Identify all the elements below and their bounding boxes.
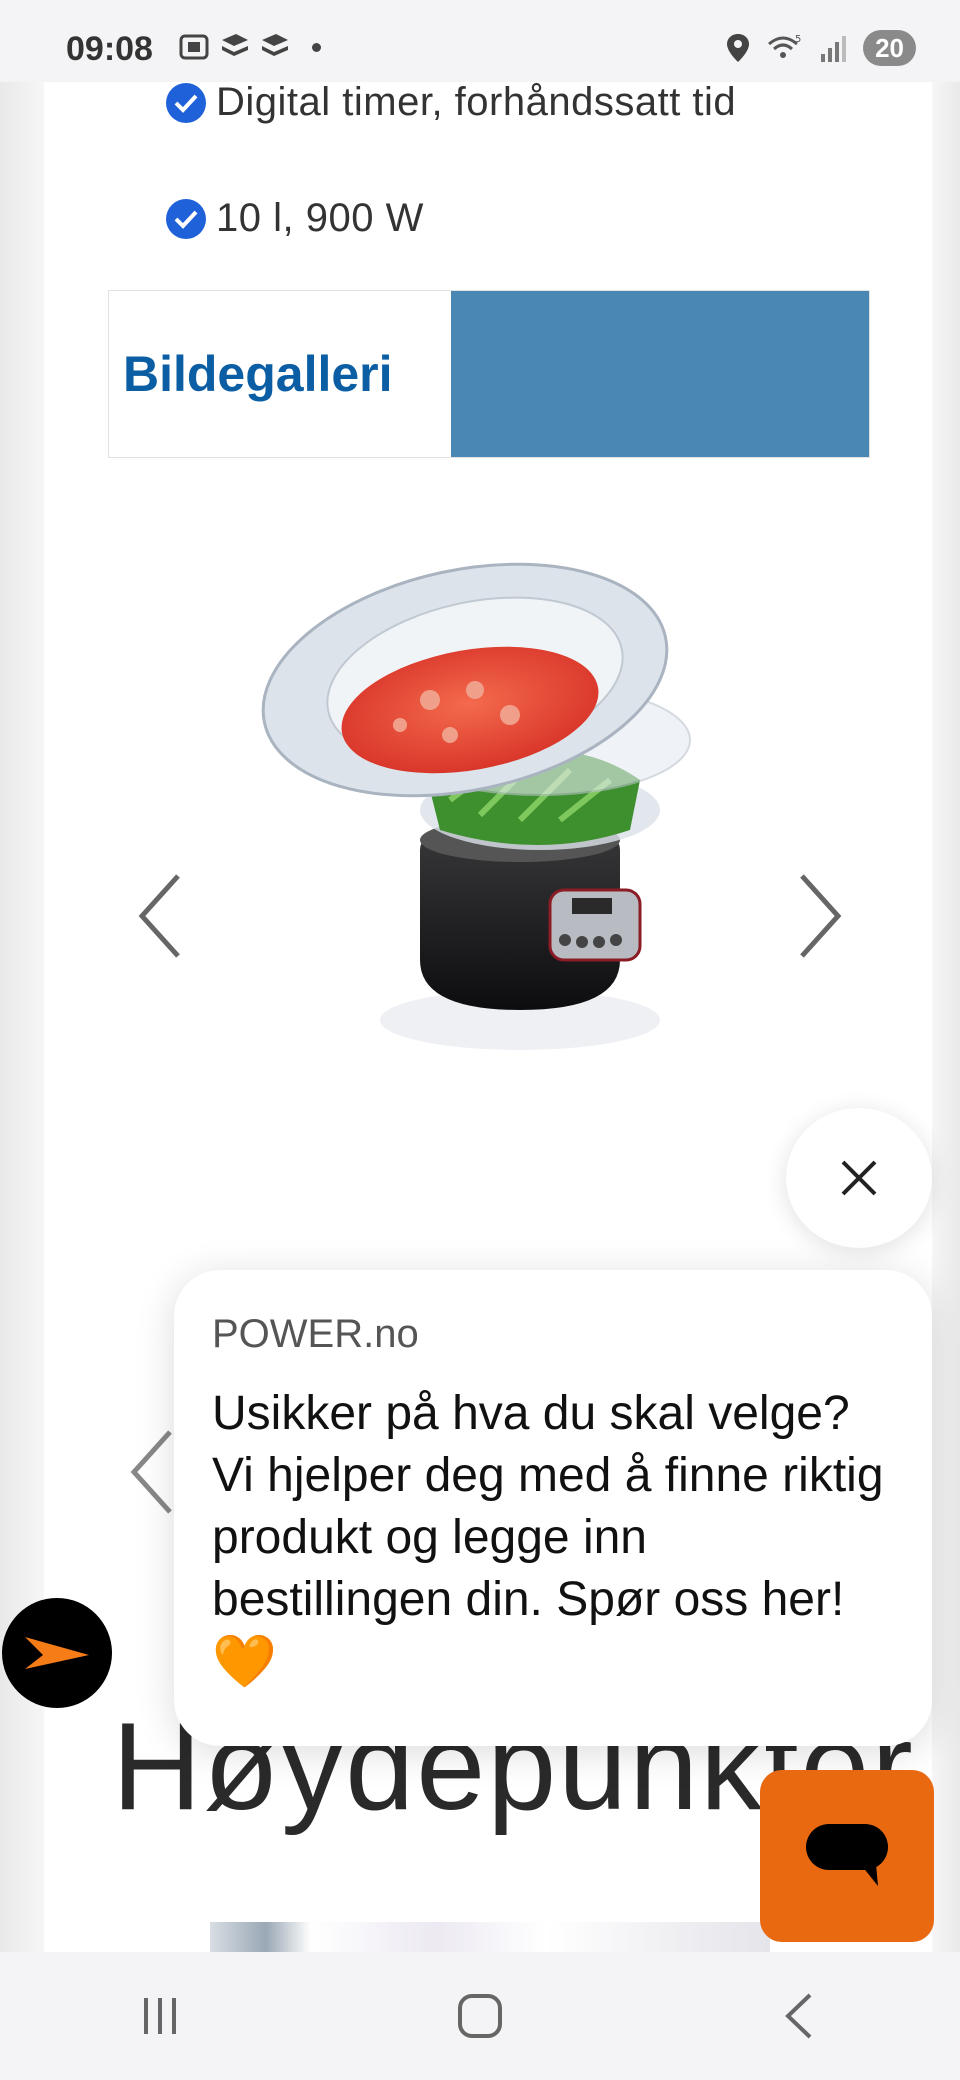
chat-message: Usikker på hva du skal velge? Vi hjelper… <box>212 1387 884 1626</box>
battery-indicator: 20 <box>863 30 916 66</box>
carousel-next-button[interactable] <box>784 866 854 966</box>
power-logo[interactable] <box>2 1598 112 1708</box>
dot-icon <box>312 42 321 52</box>
home-icon <box>458 1994 502 2038</box>
stack-icon <box>222 34 248 56</box>
page-edge-right <box>932 82 960 1952</box>
chat-bubble[interactable]: POWER.no Usikker på hva du skal velge? V… <box>174 1270 932 1746</box>
back-button[interactable] <box>755 1976 845 2056</box>
recent-apps-icon <box>144 1998 176 2034</box>
navigation-bar <box>0 1952 960 2080</box>
power-arrow-icon <box>25 1637 89 1669</box>
wifi-5g-icon: 5 <box>768 34 801 58</box>
gallery-header: Bildegalleri <box>108 290 870 458</box>
gallery-banner <box>451 291 869 457</box>
feature-label: 10 l, 900 W <box>216 196 424 240</box>
food-steamer-image[interactable] <box>260 540 720 1060</box>
carousel-prev-button[interactable] <box>126 866 196 966</box>
recent-apps-button[interactable] <box>115 1976 205 2056</box>
back-icon <box>785 1993 812 2039</box>
feature-item: Digital timer, forhåndssatt tid <box>166 80 736 125</box>
product-image-strip <box>210 1922 770 1952</box>
feature-item: 10 l, 900 W <box>166 196 424 241</box>
close-icon <box>841 1160 877 1196</box>
chat-icon <box>806 1824 888 1886</box>
notification-icons <box>178 32 321 62</box>
feature-label: Digital timer, forhåndssatt tid <box>216 80 737 124</box>
close-chat-button[interactable] <box>786 1108 932 1248</box>
stack-icon <box>262 34 288 56</box>
chat-launcher-button[interactable] <box>760 1770 934 1942</box>
home-button[interactable] <box>435 1976 525 2056</box>
system-icons: 5 20 <box>725 30 916 66</box>
svg-text:5: 5 <box>795 34 801 45</box>
status-time: 09:08 <box>66 30 153 68</box>
checkmark-icon <box>166 198 206 239</box>
gallery-title: Bildegalleri <box>123 346 393 402</box>
screenshot-icon <box>179 34 209 60</box>
checkmark-icon <box>166 82 206 123</box>
status-bar: 09:08 5 20 <box>0 0 960 82</box>
location-icon <box>727 34 750 62</box>
chat-brand: POWER.no <box>212 1312 419 1356</box>
heart-emoji: 🧡 <box>212 1633 277 1691</box>
signal-icon <box>821 36 847 62</box>
